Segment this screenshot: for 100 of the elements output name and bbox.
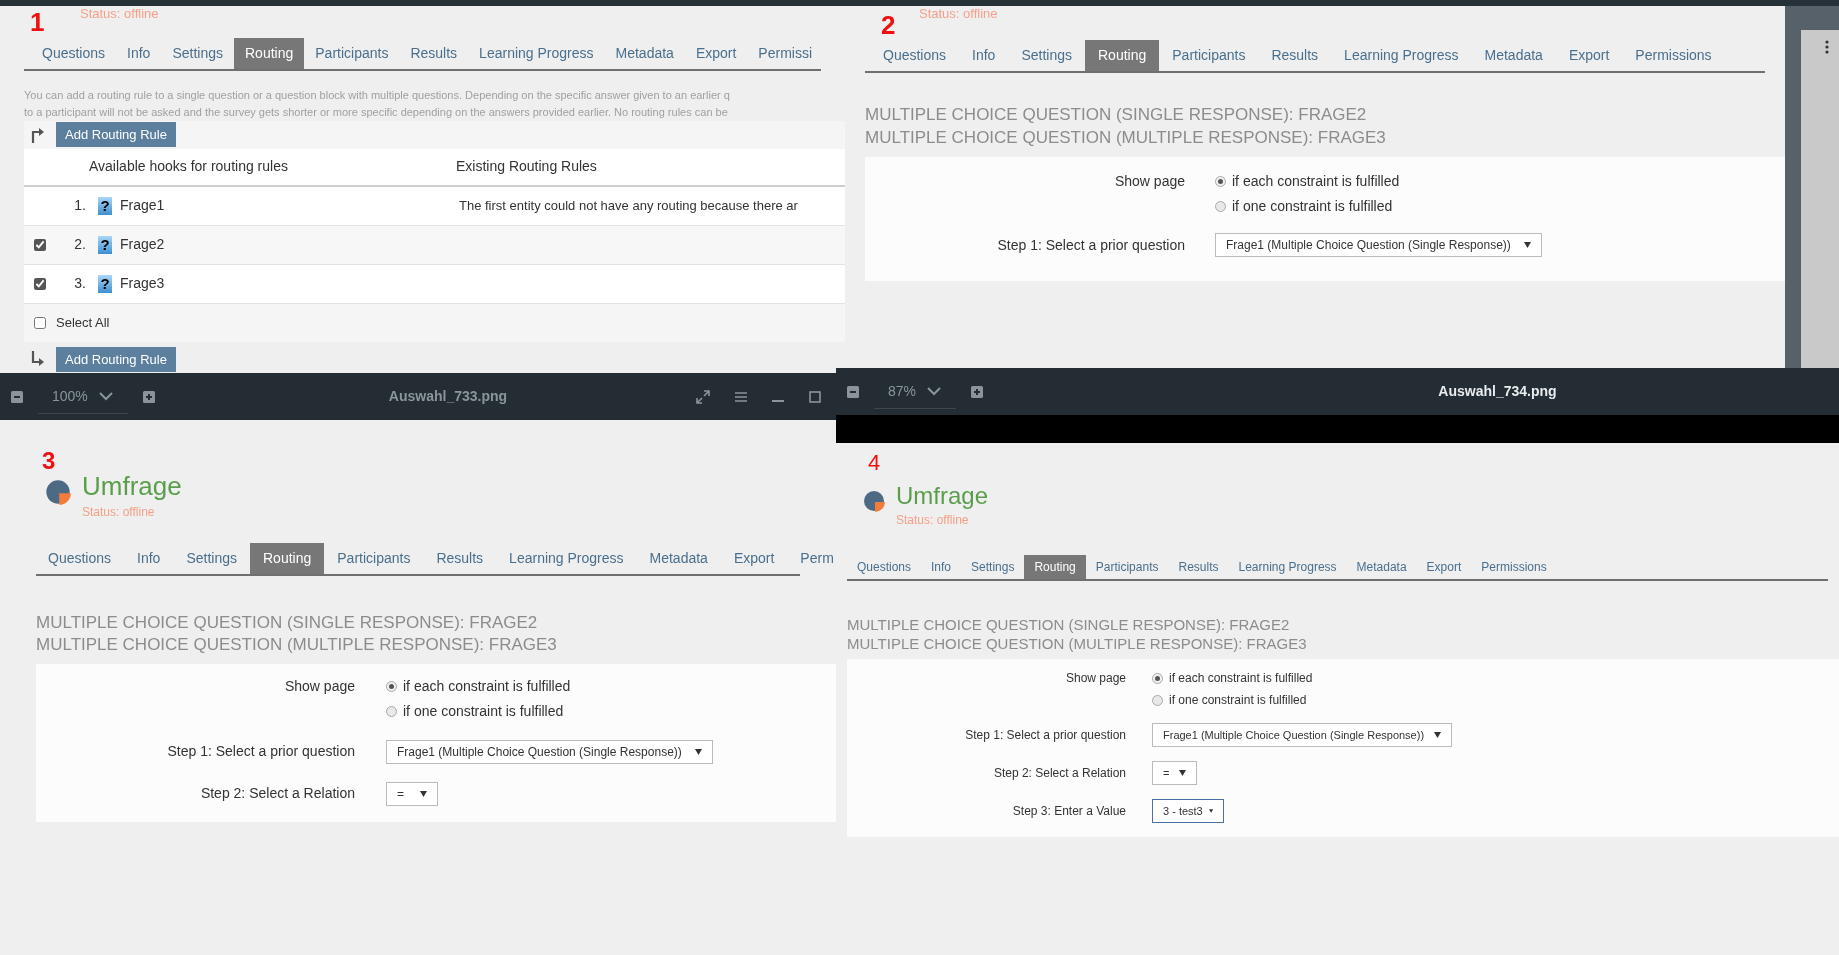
- tab[interactable]: Metadata: [1346, 555, 1417, 579]
- file-name: Auswahl_733.png: [388, 387, 508, 406]
- dropdown-arrow-icon: [1434, 732, 1441, 738]
- expand-button[interactable]: [696, 389, 710, 404]
- radio-label: if one constraint is fulfilled: [403, 701, 564, 721]
- intro-text: to a participant will not be asked and the survey gets shorter or more specific depending on the answers provided earlier. No routing rules can be: [24, 105, 729, 120]
- rule-text: The first entity could not have any routing because there ar: [459, 196, 798, 215]
- tab[interactable]: Results: [423, 542, 497, 574]
- zoom-out-button[interactable]: [846, 384, 860, 399]
- radio-button[interactable]: [1152, 694, 1163, 706]
- more-vertical-icon: [1825, 40, 1829, 54]
- question-heading: MULTIPLE CHOICE QUESTION (MULTIPLE RESPONSE): FRAGE3: [847, 634, 1308, 653]
- tab[interactable]: Learning Progress: [468, 38, 605, 69]
- form-label: Show page: [1113, 172, 1185, 191]
- radio-label: if each constraint is fulfilled: [1169, 670, 1313, 687]
- chevron-down-icon: [97, 389, 114, 403]
- tab[interactable]: Export: [720, 542, 788, 574]
- add-routing-rule-button[interactable]: Add Routing Rule: [56, 122, 176, 148]
- tab[interactable]: Export: [1555, 40, 1623, 71]
- add-routing-rule-button[interactable]: Add Routing Rule: [56, 346, 176, 372]
- radio-label: if each constraint is fulfilled: [1232, 172, 1400, 191]
- select-dropdown[interactable]: Frage1 (Multiple Choice Question (Single Response)): [1152, 723, 1452, 747]
- annotation-number: 2: [881, 12, 896, 38]
- question-heading: MULTIPLE CHOICE QUESTION (SINGLE RESPONSE): FRAGE2: [36, 611, 539, 634]
- tab[interactable]: Participants: [304, 38, 400, 69]
- tab[interactable]: Learning Progress: [496, 542, 637, 574]
- dropdown-arrow-icon: [420, 790, 427, 797]
- tab[interactable]: Perm: [787, 542, 836, 574]
- tab[interactable]: Results: [1168, 555, 1229, 579]
- tab[interactable]: Settings: [161, 38, 234, 69]
- zoom-in-button[interactable]: [970, 384, 985, 399]
- row-checkbox[interactable]: [34, 277, 46, 290]
- tab[interactable]: Questions: [36, 542, 125, 574]
- select-all-checkbox[interactable]: [34, 316, 46, 329]
- tab[interactable]: Info: [124, 542, 174, 574]
- form-label: Show page: [283, 676, 355, 696]
- tab[interactable]: Learning Progress: [1331, 40, 1472, 71]
- radio-button[interactable]: [386, 705, 397, 717]
- question-name: Frage3: [120, 274, 166, 293]
- tab[interactable]: Permissions: [1471, 555, 1557, 579]
- dropdown-arrow-icon: [1524, 242, 1531, 248]
- tab[interactable]: Info: [116, 38, 162, 69]
- tab[interactable]: Participants: [1159, 40, 1259, 71]
- tab[interactable]: Routing: [1024, 555, 1086, 579]
- select-dropdown[interactable]: 3 - test3: [1152, 799, 1224, 823]
- tab[interactable]: Settings: [961, 555, 1025, 579]
- tab[interactable]: Metadata: [1471, 40, 1556, 71]
- minimize-button[interactable]: [772, 399, 784, 402]
- select-dropdown[interactable]: =: [1152, 761, 1197, 785]
- zoom-out-button[interactable]: [10, 389, 24, 404]
- page-title: Umfrage: [896, 481, 989, 511]
- radio-button[interactable]: [1215, 176, 1226, 187]
- radio-button[interactable]: [1215, 201, 1226, 212]
- tab[interactable]: Routing: [234, 38, 305, 69]
- tab[interactable]: Metadata: [604, 38, 685, 69]
- tab[interactable]: Learning Progress: [1228, 555, 1347, 579]
- status-text: Status: offline: [896, 512, 970, 529]
- column-header: Available hooks for routing rules: [89, 157, 289, 176]
- maximize-icon: [808, 389, 822, 404]
- tab[interactable]: Results: [1258, 40, 1332, 71]
- dropdown-arrow-icon: [695, 748, 702, 755]
- form-label: Step 1: Select a prior question: [166, 742, 355, 761]
- tab[interactable]: Routing: [1085, 40, 1160, 71]
- pie-chart-icon: [44, 478, 72, 506]
- tab[interactable]: Questions: [24, 38, 117, 69]
- zoom-in-button[interactable]: [141, 389, 156, 404]
- form-label: Step 2: Select a Relation: [199, 784, 355, 803]
- tab[interactable]: Info: [921, 555, 962, 579]
- minus-icon: [10, 389, 24, 404]
- radio-button[interactable]: [386, 680, 397, 692]
- dropdown-arrow-icon: [1208, 808, 1213, 814]
- menu-button[interactable]: [734, 389, 748, 404]
- question-icon: ?: [98, 196, 112, 215]
- tab[interactable]: Metadata: [636, 542, 721, 574]
- tab[interactable]: Questions: [865, 40, 960, 71]
- radio-button[interactable]: [1152, 672, 1163, 684]
- tab[interactable]: Export: [684, 38, 748, 69]
- question-name: Frage2: [120, 235, 166, 254]
- tab[interactable]: Permissions: [1622, 40, 1725, 71]
- select-dropdown[interactable]: Frage1 (Multiple Choice Question (Single Response)): [1215, 233, 1542, 257]
- tab[interactable]: Participants: [324, 542, 424, 574]
- tab[interactable]: Permissi: [747, 38, 824, 69]
- tab[interactable]: Participants: [1085, 555, 1169, 579]
- tab[interactable]: Settings: [173, 542, 250, 574]
- tab[interactable]: Questions: [847, 555, 922, 579]
- tab[interactable]: Info: [959, 40, 1009, 71]
- tab[interactable]: Routing: [250, 542, 325, 574]
- question-heading: MULTIPLE CHOICE QUESTION (SINGLE RESPONSE): FRAGE2: [865, 104, 1368, 126]
- intro-text: You can add a routing rule to a single question or a question block with multiple questions. Depending on the specific answer given to an earlier q: [24, 88, 731, 103]
- tab[interactable]: Results: [399, 38, 469, 69]
- zoom-dropdown[interactable]: 100%: [38, 379, 128, 414]
- select-dropdown[interactable]: =: [386, 781, 438, 806]
- tab[interactable]: Settings: [1008, 40, 1085, 71]
- tab[interactable]: Export: [1416, 555, 1472, 579]
- page-title: Umfrage: [82, 470, 182, 503]
- pie-chart-icon: [862, 489, 886, 513]
- zoom-dropdown[interactable]: 87%: [874, 374, 957, 409]
- maximize-button[interactable]: [808, 389, 822, 404]
- row-checkbox[interactable]: [34, 238, 46, 251]
- select-dropdown[interactable]: Frage1 (Multiple Choice Question (Single Response)): [386, 739, 713, 764]
